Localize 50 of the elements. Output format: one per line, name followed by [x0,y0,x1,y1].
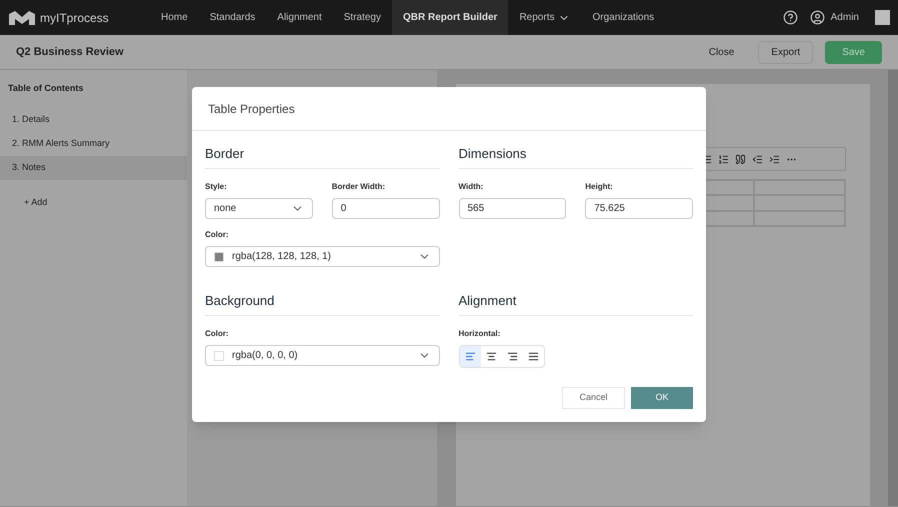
section-heading: Background [205,293,274,308]
field-label: Color: [205,231,230,239]
ok-button[interactable]: OK [631,387,693,409]
nav-item[interactable]: Home [150,0,199,35]
toolbar-icon[interactable] [752,154,763,164]
add-button[interactable]: + Add [24,196,48,209]
sidebar-title: Table of Contents [7,82,84,95]
page-title: Q2 Business Review [16,44,125,60]
toolbar-icon[interactable] [769,154,780,164]
action-button[interactable]: Export [758,40,814,64]
brand-name: myITprocess [40,10,109,26]
input-field[interactable]: 565 [458,198,566,219]
toc-item[interactable]: 3. Notes [0,156,187,180]
dialog-title: Table Properties [208,100,295,118]
nav-item[interactable]: Organizations [581,0,666,35]
user-name[interactable]: Admin [830,10,859,25]
nav-item[interactable]: Standards [198,0,266,35]
align-right-icon [506,351,518,362]
nav-item[interactable]: Alignment [266,0,333,35]
align-justify-icon [528,351,538,362]
app-switcher-icon[interactable] [875,10,890,25]
field-label: Height: [585,183,614,191]
select-field[interactable]: none [205,198,313,219]
nav-item[interactable]: Reports [508,0,582,35]
toolbar-icon[interactable] [735,154,746,164]
select-field[interactable]: rgba(128, 128, 128, 1) [205,246,440,267]
input-field[interactable]: 75.625 [585,198,693,219]
close-button[interactable]: Close [696,40,746,64]
input-field[interactable]: 0 [332,198,440,219]
section-heading: Alignment [458,293,516,308]
align-left-icon [464,351,476,362]
toc-item[interactable]: 2. RMM Alerts Summary [0,132,187,156]
field-label: Width: [458,183,484,191]
select-field[interactable]: rgba(0, 0, 0, 0) [205,345,440,366]
cancel-button[interactable]: Cancel [562,387,625,409]
section-heading: Border [205,146,244,161]
toc-item[interactable]: 1. Details [0,108,187,132]
nav-item[interactable]: QBR Report Builder [392,0,508,35]
help-icon[interactable] [782,10,798,25]
section-heading: Dimensions [458,146,526,161]
field-label: Horizontal: [458,330,502,338]
field-label: Border Width: [332,183,386,191]
toolbar-icon[interactable] [718,154,729,164]
nav-item[interactable]: Strategy [332,0,392,35]
field-label: Style: [205,183,228,191]
align-center-icon [486,351,496,362]
scrollbar[interactable] [888,70,898,506]
field-label: Color: [205,330,230,338]
user-icon[interactable] [810,10,825,25]
logo-icon [8,10,36,26]
